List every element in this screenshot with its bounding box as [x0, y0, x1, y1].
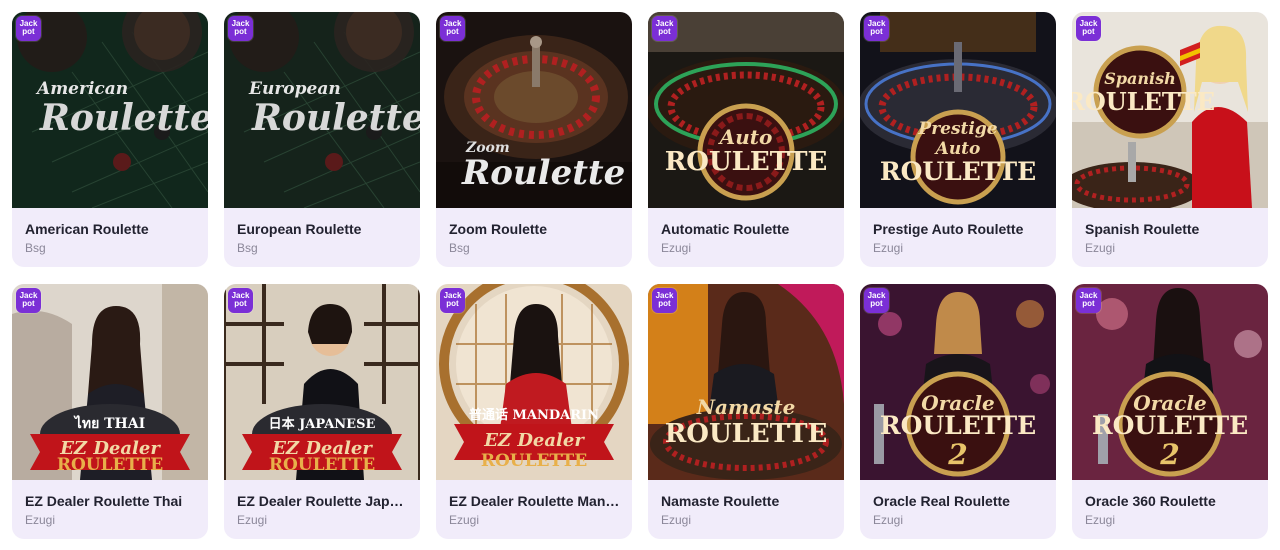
game-provider: Ezugi: [449, 513, 480, 527]
game-card-namaste-roulette[interactable]: Namaste ROULETTE Jack pot Namaste Roulett…: [648, 284, 844, 539]
game-title: Prestige Auto Roulette: [873, 221, 1024, 237]
dealer-artwork: Oracle ROULETTE 2: [860, 284, 1056, 480]
game-thumbnail[interactable]: ไทย THAI EZ Dealer ROULETTE Jack pot: [12, 284, 208, 480]
jackpot-badge: Jack pot: [864, 16, 889, 41]
game-thumbnail[interactable]: Namaste ROULETTE Jack pot: [648, 284, 844, 480]
dealer-artwork: Namaste ROULETTE: [648, 284, 844, 480]
game-thumbnail[interactable]: Prestige Auto ROULETTE Jack pot: [860, 12, 1056, 208]
game-provider: Ezugi: [237, 513, 268, 527]
game-card-european-roulette[interactable]: European Roulette Jack pot European Roule…: [224, 12, 420, 267]
game-title: EZ Dealer Roulette Mandarin: [449, 493, 620, 509]
roulette-table-artwork: European Roulette: [224, 12, 420, 208]
art-title-line: 普通话 MANDARIN: [469, 407, 599, 423]
art-title-line: Spanish: [1104, 69, 1175, 88]
art-title-line: EZ Dealer: [483, 430, 585, 451]
art-title-line: Auto: [718, 125, 773, 149]
jackpot-badge: Jack pot: [864, 288, 889, 313]
art-title-line: ROULETTE: [665, 147, 828, 177]
game-card-ez-dealer-roulette-thai[interactable]: ไทย THAI EZ Dealer ROULETTE Jack pot EZ D…: [12, 284, 208, 539]
art-title-line: ROULETTE: [481, 451, 587, 471]
art-title-line: ไทย THAI: [73, 414, 145, 432]
jackpot-badge: Jack pot: [1076, 288, 1101, 313]
roulette-wheel-artwork: Auto ROULETTE: [648, 12, 844, 208]
game-thumbnail[interactable]: 普通话 MANDARIN EZ Dealer ROULETTE Jack pot: [436, 284, 632, 480]
game-card-prestige-auto-roulette[interactable]: Prestige Auto ROULETTE Jack pot Prestige …: [860, 12, 1056, 267]
game-card-oracle-real-roulette[interactable]: Oracle ROULETTE 2 Jack pot Oracle Real Ro…: [860, 284, 1056, 539]
game-title: Zoom Roulette: [449, 221, 547, 237]
game-provider: Ezugi: [661, 513, 692, 527]
dealer-artwork: 日本 JAPANESE EZ Dealer ROULETTE: [224, 284, 420, 480]
jackpot-badge: Jack pot: [228, 288, 253, 313]
game-title: Spanish Roulette: [1085, 221, 1200, 237]
art-title-line: Roulette: [39, 97, 208, 139]
roulette-wheel-artwork: Prestige Auto ROULETTE: [860, 12, 1056, 208]
game-title: Oracle 360 Roulette: [1085, 493, 1216, 509]
art-title-line: Roulette: [251, 97, 420, 139]
game-thumbnail[interactable]: Auto ROULETTE Jack pot: [648, 12, 844, 208]
dealer-artwork: Spanish ROULETTE: [1072, 12, 1268, 208]
game-card-automatic-roulette[interactable]: Auto ROULETTE Jack pot Automatic Roulette…: [648, 12, 844, 267]
game-card-ez-dealer-roulette-mandarin[interactable]: 普通话 MANDARIN EZ Dealer ROULETTE Jack pot …: [436, 284, 632, 539]
game-title: EZ Dealer Roulette Japanese: [237, 493, 408, 509]
game-provider: Ezugi: [1085, 513, 1116, 527]
art-title-line: Prestige: [917, 119, 997, 139]
art-title-line: 2: [947, 438, 967, 471]
art-title-line: Roulette: [461, 153, 625, 193]
dealer-artwork: Oracle ROULETTE 2: [1072, 284, 1268, 480]
game-provider: Ezugi: [1085, 241, 1116, 255]
game-thumbnail[interactable]: European Roulette Jack pot: [224, 12, 420, 208]
art-title-line: Auto: [934, 139, 981, 159]
roulette-table-artwork: American Roulette: [12, 12, 208, 208]
game-title: EZ Dealer Roulette Thai: [25, 493, 183, 509]
art-title-line: American: [35, 79, 128, 99]
game-title: Automatic Roulette: [661, 221, 790, 237]
game-provider: Ezugi: [25, 513, 56, 527]
game-thumbnail[interactable]: Oracle ROULETTE 2 Jack pot: [1072, 284, 1268, 480]
game-thumbnail[interactable]: Zoom Roulette Jack pot: [436, 12, 632, 208]
art-title-line: ROULETTE: [880, 411, 1036, 440]
jackpot-badge: Jack pot: [16, 288, 41, 313]
art-title-line: European: [248, 79, 341, 99]
game-card-spanish-roulette[interactable]: Spanish ROULETTE Jack pot Spanish Roulett…: [1072, 12, 1268, 267]
art-title-line: ROULETTE: [665, 419, 828, 449]
game-thumbnail[interactable]: Oracle ROULETTE 2 Jack pot: [860, 284, 1056, 480]
game-title: American Roulette: [25, 221, 149, 237]
art-title-line: ROULETTE: [880, 157, 1036, 186]
game-provider: Bsg: [449, 241, 470, 255]
game-thumbnail[interactable]: 日本 JAPANESE EZ Dealer ROULETTE Jack pot: [224, 284, 420, 480]
jackpot-badge: Jack pot: [652, 16, 677, 41]
game-provider: Ezugi: [661, 241, 692, 255]
game-card-oracle-360-roulette[interactable]: Oracle ROULETTE 2 Jack pot Oracle 360 Rou…: [1072, 284, 1268, 539]
game-title: European Roulette: [237, 221, 362, 237]
jackpot-badge: Jack pot: [16, 16, 41, 41]
art-title-line: Namaste: [696, 395, 796, 419]
dealer-artwork: 普通话 MANDARIN EZ Dealer ROULETTE: [436, 284, 632, 480]
art-title-line: ROULETTE: [1092, 411, 1248, 440]
art-title-line: 2: [1159, 438, 1179, 471]
art-title-line: ROULETTE: [1072, 87, 1215, 116]
jackpot-badge: Jack pot: [1076, 16, 1101, 41]
game-provider: Ezugi: [873, 241, 904, 255]
art-title-line: ROULETTE: [57, 455, 163, 475]
game-card-ez-dealer-roulette-japanese[interactable]: 日本 JAPANESE EZ Dealer ROULETTE Jack pot E…: [224, 284, 420, 539]
jackpot-badge: Jack pot: [652, 288, 677, 313]
game-title: Oracle Real Roulette: [873, 493, 1010, 509]
game-card-american-roulette[interactable]: American Roulette Jack pot American Roule…: [12, 12, 208, 267]
jackpot-badge: Jack pot: [228, 16, 253, 41]
art-title-line: ROULETTE: [269, 455, 375, 475]
game-provider: Ezugi: [873, 513, 904, 527]
game-provider: Bsg: [237, 241, 258, 255]
roulette-wheel-artwork: Zoom Roulette: [436, 12, 632, 208]
game-card-zoom-roulette[interactable]: Zoom Roulette Jack pot Zoom Roulette Bsg: [436, 12, 632, 267]
game-title: Namaste Roulette: [661, 493, 780, 509]
jackpot-badge: Jack pot: [440, 16, 465, 41]
dealer-artwork: ไทย THAI EZ Dealer ROULETTE: [12, 284, 208, 480]
jackpot-badge: Jack pot: [440, 288, 465, 313]
game-provider: Bsg: [25, 241, 46, 255]
art-title-line: 日本 JAPANESE: [269, 416, 376, 432]
game-thumbnail[interactable]: Spanish ROULETTE Jack pot: [1072, 12, 1268, 208]
game-thumbnail[interactable]: American Roulette Jack pot: [12, 12, 208, 208]
